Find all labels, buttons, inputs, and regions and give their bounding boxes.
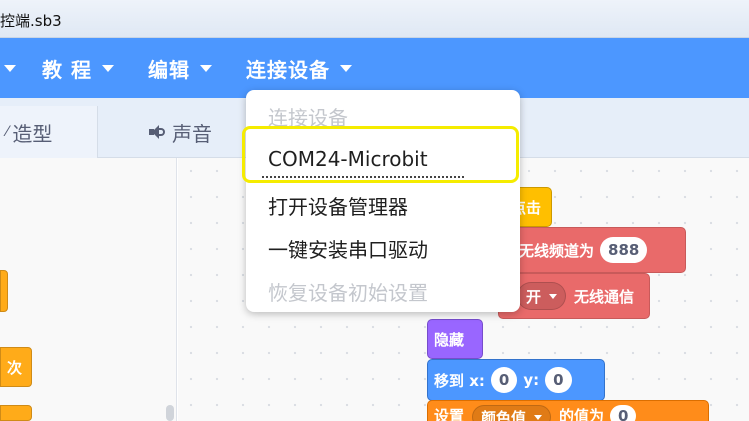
menu-connect-device[interactable]: 连接设备 <box>246 38 352 98</box>
menu-edit[interactable]: 编辑 <box>148 38 212 98</box>
radio-toggle-block[interactable]: 开 无线通信 <box>498 273 650 319</box>
set-effect-suffix: 的值为 <box>559 407 605 421</box>
palette-block-label: 次 <box>7 358 23 377</box>
palette-block[interactable] <box>0 405 32 421</box>
dropdown-item-reset-device: 恢复设备初始设置 <box>268 281 428 305</box>
watermark <box>608 366 749 421</box>
brush-icon: ⁄ <box>6 124 9 140</box>
palette-scrollbar[interactable] <box>166 405 174 421</box>
selection-underline <box>262 176 464 178</box>
menu-connect-device-label: 连接设备 <box>246 57 330 82</box>
effect-option: 颜色值 <box>481 408 527 421</box>
menu-bar: 教 程 编辑 连接设备 <box>0 38 749 98</box>
palette-block-repeat[interactable]: 次 <box>0 347 32 387</box>
x-input[interactable]: 0 <box>490 367 518 393</box>
chevron-down-icon <box>340 64 352 72</box>
chevron-down-icon <box>101 64 114 72</box>
effect-dropdown[interactable]: 颜色值 <box>472 405 552 421</box>
tab-sounds-label: 声音 <box>172 121 212 146</box>
radio-toggle-option: 开 <box>526 287 542 306</box>
chevron-down-icon <box>200 64 212 72</box>
hide-block-label: 隐藏 <box>434 330 465 349</box>
palette-block[interactable] <box>0 270 8 312</box>
menu-tutorials[interactable]: 教 程 <box>42 38 114 98</box>
tab-costumes[interactable]: ⁄ 造型 <box>0 106 98 158</box>
connect-device-dropdown: 连接设备 COM24-Microbit 打开设备管理器 一键安装串口驱动 恢复设… <box>246 90 520 312</box>
chevron-down-icon[interactable] <box>4 65 16 72</box>
window-title: 控端.sb3 <box>0 12 62 30</box>
title-bar: 控端.sb3 <box>0 0 749 38</box>
tab-costumes-label: 造型 <box>12 121 53 146</box>
selection-highlight <box>242 126 519 183</box>
chevron-down-icon <box>549 293 558 299</box>
menu-edit-label: 编辑 <box>148 57 190 82</box>
goto-xy-block[interactable]: 移到 x: 0 y: 0 <box>427 359 605 401</box>
y-label: y: <box>523 371 540 389</box>
radio-toggle-label: 无线通信 <box>574 287 635 306</box>
tab-sounds[interactable]: 声音 <box>100 106 250 158</box>
goto-label: 移到 x: <box>434 371 485 390</box>
menu-tutorials-label: 教 程 <box>42 57 92 82</box>
speaker-icon <box>148 124 166 140</box>
set-effect-label: 设置 <box>434 407 465 421</box>
radio-set-channel-block[interactable]: 无线频道为 888 <box>498 227 686 273</box>
radio-channel-label: 无线频道为 <box>519 241 595 260</box>
channel-input[interactable]: 888 <box>600 237 648 263</box>
dropdown-item-device-manager[interactable]: 打开设备管理器 <box>268 191 408 220</box>
chevron-down-icon <box>534 414 543 420</box>
y-input[interactable]: 0 <box>545 367 572 393</box>
dropdown-item-install-driver[interactable]: 一键安装串口驱动 <box>268 234 428 263</box>
radio-toggle-dropdown[interactable]: 开 <box>517 282 567 310</box>
hide-block[interactable]: 隐藏 <box>427 319 483 359</box>
